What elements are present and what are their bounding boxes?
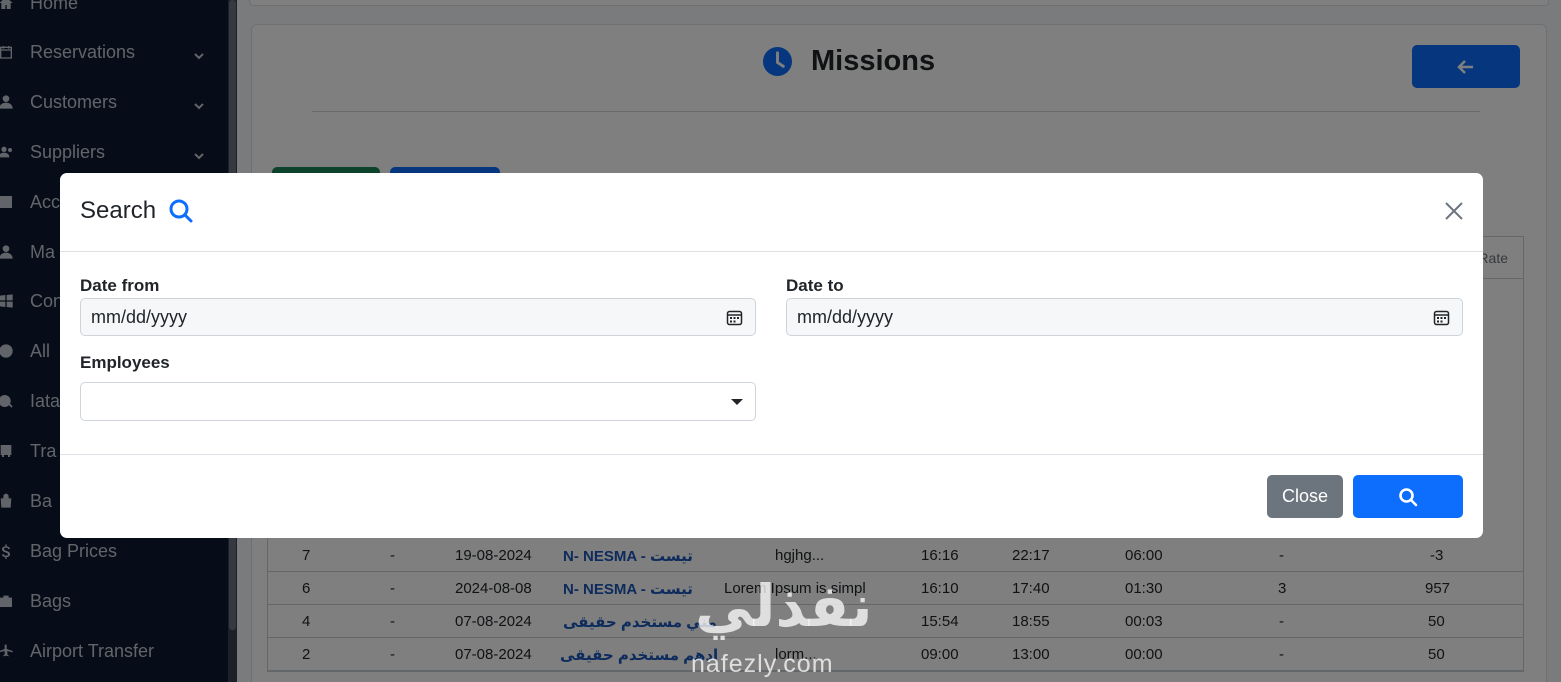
date-from-label: Date from <box>80 276 160 295</box>
watermark-arabic: نفذلي <box>695 572 873 640</box>
search-button[interactable] <box>1353 475 1463 518</box>
modal-footer-divider <box>60 454 1483 455</box>
date-to-placeholder: mm/dd/yyyy <box>797 307 894 327</box>
caret-down-icon <box>731 399 743 405</box>
employees-select[interactable] <box>80 382 756 421</box>
modal-close-button[interactable] <box>1443 200 1465 222</box>
modal-title: Search <box>80 197 194 225</box>
search-modal: Search Date from mm/dd/yyyy Date to mm/d… <box>60 173 1483 538</box>
modal-header: Search <box>60 173 1483 252</box>
date-to-label: Date to <box>786 276 844 295</box>
date-from-input[interactable]: mm/dd/yyyy <box>80 298 756 336</box>
close-button[interactable]: Close <box>1267 475 1343 518</box>
watermark-latin: nafezly.com <box>691 650 834 678</box>
watermark: نفذلي nafezly.com <box>685 572 885 682</box>
modal-title-text: Search <box>80 197 157 224</box>
employees-label: Employees <box>80 353 170 372</box>
calendar-icon[interactable] <box>726 309 743 326</box>
search-icon <box>169 199 193 223</box>
search-icon <box>1399 487 1418 506</box>
close-icon <box>1445 202 1463 220</box>
date-to-input[interactable]: mm/dd/yyyy <box>786 298 1463 336</box>
calendar-icon[interactable] <box>1433 309 1450 326</box>
date-from-placeholder: mm/dd/yyyy <box>91 307 188 327</box>
